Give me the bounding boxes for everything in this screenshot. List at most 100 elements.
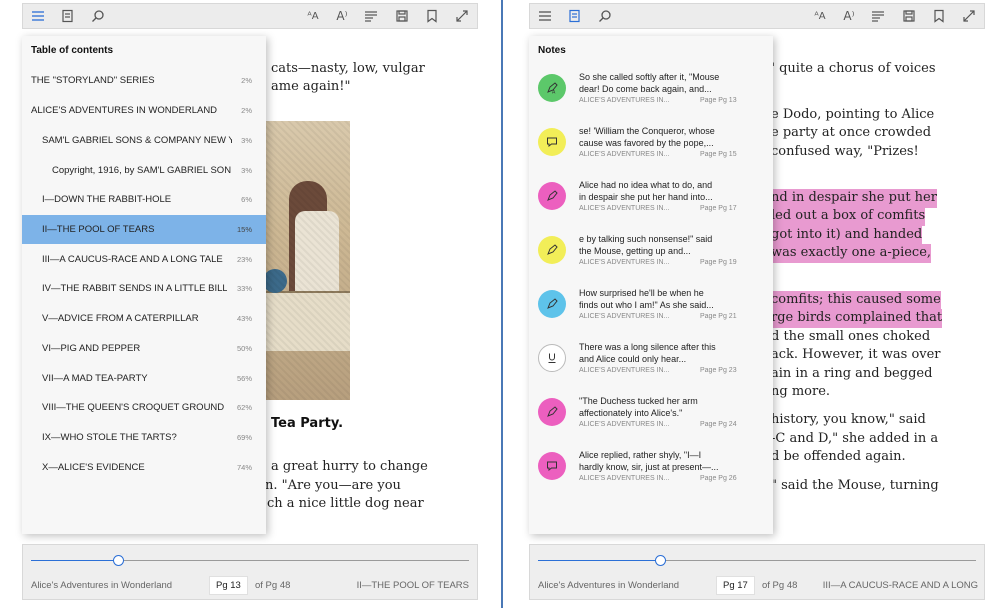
book-text-line: cats—nasty, low, vulgar (271, 61, 425, 76)
panel-title: Table of contents (31, 45, 114, 56)
toc-item[interactable]: I—DOWN THE RABBIT-HOLE 6% (22, 185, 266, 214)
bookmark-icon[interactable] (928, 4, 950, 28)
note-page: Page Pg 23 (700, 367, 737, 374)
book-text-line: d the small ones choked (771, 329, 931, 344)
fullscreen-icon[interactable] (451, 4, 473, 28)
toc-item[interactable]: VII—A MAD TEA-PARTY 56% (22, 364, 266, 393)
note-item[interactable]: se! 'William the Conqueror, whose cause w… (529, 122, 773, 176)
toc-item-percent: 69% (236, 433, 252, 442)
page-number-box[interactable]: Pg 13 (209, 576, 248, 595)
toc-item[interactable]: VI—PIG AND PEPPER 50% (22, 334, 266, 363)
note-excerpt: e by talking such nonsense!" said the Mou… (579, 234, 713, 256)
list-icon[interactable] (27, 4, 49, 28)
book-text-line-highlighted: led out a box of comfits (771, 207, 926, 226)
text-options-icon[interactable] (867, 4, 889, 28)
note-book: ALICE'S ADVENTURES IN... (579, 475, 670, 482)
text-size-icon[interactable]: ᴬA (809, 4, 831, 28)
toc-item-label: Copyright, 1916, by SAM'L GABRIEL SON (52, 165, 232, 176)
toc-item-percent: 56% (236, 374, 252, 383)
save-icon[interactable] (898, 4, 920, 28)
notes-icon[interactable] (564, 4, 586, 28)
toc-item-label: IX—WHO STOLE THE TARTS? (42, 432, 177, 443)
read-aloud-icon[interactable]: A⁾ (838, 4, 860, 28)
book-text-line: confused way, "Prizes! (771, 144, 919, 159)
progress-slider-thumb[interactable] (113, 555, 125, 566)
note-item[interactable]: "The Duchess tucked her arm affectionatel… (529, 392, 773, 446)
reader-pane-left: ᴬA A⁾ cats—nasty, low, vulgar ame again!… (0, 0, 490, 608)
toc-item[interactable]: ALICE'S ADVENTURES IN WONDERLAND 2% (22, 96, 266, 125)
note-item[interactable]: e by talking such nonsense!" said the Mou… (529, 230, 773, 284)
toc-item[interactable]: Copyright, 1916, by SAM'L GABRIEL SON 3% (22, 156, 266, 185)
reader-toolbar: ᴬA A⁾ (22, 3, 478, 29)
reader-pane-right: ᴬA A⁾ " quite a chorus of voices e Dodo,… (507, 0, 997, 608)
book-text-line-highlighted: was exactly one a-piece, (771, 244, 932, 263)
book-title: Alice's Adventures in Wonderland (31, 580, 173, 591)
illustration-caption: Tea Party. (271, 416, 344, 431)
note-item[interactable]: Alice had no idea what to do, and in desp… (529, 176, 773, 230)
toc-item-label: VII—A MAD TEA-PARTY (42, 373, 148, 384)
book-text-line: ame again!" (271, 79, 351, 94)
text-options-icon[interactable] (360, 4, 382, 28)
book-text-line-highlighted: rge birds complained that (771, 309, 943, 328)
toc-item[interactable]: IV—THE RABBIT SENDS IN A LITTLE BILL 33% (22, 274, 266, 303)
text-size-icon[interactable]: ᴬA (302, 4, 324, 28)
book-text-line: n. "Are you—are you (265, 478, 401, 493)
toc-item-percent: 15% (236, 225, 252, 234)
toc-item-label: VIII—THE QUEEN'S CROQUET GROUND (42, 402, 225, 413)
toc-item-percent: 2% (241, 106, 252, 115)
toc-item[interactable]: IX—WHO STOLE THE TARTS? 69% (22, 423, 266, 452)
toc-item-label: ALICE'S ADVENTURES IN WONDERLAND (31, 105, 218, 116)
toc-item[interactable]: III—A CAUCUS-RACE AND A LONG TALE 23% (22, 245, 266, 274)
reading-progress-bar: Alice's Adventures in Wonderland Pg 13 o… (22, 544, 478, 600)
progress-slider-thumb[interactable] (655, 555, 667, 566)
list-icon[interactable] (534, 4, 556, 28)
note-page: Page Pg 17 (700, 205, 737, 212)
note-book: ALICE'S ADVENTURES IN... (579, 259, 670, 266)
note-book: ALICE'S ADVENTURES IN... (579, 367, 670, 374)
note-excerpt: Alice replied, rather shyly, "I—I hardly … (579, 450, 719, 472)
comment-icon (538, 128, 566, 156)
highlight-pen-icon (538, 398, 566, 426)
progress-track[interactable] (31, 560, 469, 561)
toc-item-percent: 23% (236, 255, 252, 264)
toc-item-label: X—ALICE'S EVIDENCE (42, 462, 145, 473)
note-item[interactable]: How surprised he'll be when he finds out … (529, 284, 773, 338)
toc-item-percent: 33% (236, 284, 252, 293)
toc-item-percent: 43% (236, 314, 252, 323)
toc-item-percent: 50% (236, 344, 252, 353)
toc-item[interactable]: VIII—THE QUEEN'S CROQUET GROUND 62% (22, 393, 266, 422)
notes-icon[interactable] (57, 4, 79, 28)
book-text-line: e Dodo, pointing to Alice (771, 107, 935, 122)
toc-item-selected[interactable]: II—THE POOL OF TEARS 15% (22, 215, 266, 244)
note-book: ALICE'S ADVENTURES IN... (579, 97, 670, 104)
search-icon[interactable] (594, 4, 616, 28)
note-item[interactable]: Alice replied, rather shyly, "I—I hardly … (529, 446, 773, 500)
toc-item[interactable]: X—ALICE'S EVIDENCE 74% (22, 453, 266, 482)
reading-progress-bar: Alice's Adventures in Wonderland Pg 17 o… (529, 544, 985, 600)
note-item[interactable]: There was a long silence after this and A… (529, 338, 773, 392)
progress-track[interactable] (538, 560, 976, 561)
toc-item[interactable]: THE "STORYLAND" SERIES 2% (22, 66, 266, 95)
fullscreen-icon[interactable] (958, 4, 980, 28)
toc-item-percent: 62% (236, 403, 252, 412)
toc-item-percent: 2% (241, 76, 252, 85)
toc-item-percent: 74% (236, 463, 252, 472)
toc-item-label: VI—PIG AND PEPPER (42, 343, 141, 354)
search-icon[interactable] (87, 4, 109, 28)
toc-item[interactable]: V—ADVICE FROM A CATERPILLAR 43% (22, 304, 266, 333)
note-excerpt: So she called softly after it, "Mouse dea… (579, 72, 720, 94)
book-text-line: e party at once crowded (771, 125, 932, 140)
save-icon[interactable] (391, 4, 413, 28)
highlight-pen-icon (538, 290, 566, 318)
note-item[interactable]: A So she called softly after it, "Mouse d… (529, 68, 773, 122)
page-number-box[interactable]: Pg 17 (716, 576, 755, 595)
note-page: Page Pg 15 (700, 151, 737, 158)
read-aloud-icon[interactable]: A⁾ (331, 4, 353, 28)
comment-icon (538, 452, 566, 480)
progress-fill (31, 560, 119, 561)
bookmark-icon[interactable] (421, 4, 443, 28)
book-text-line: ain in a ring and begged (771, 366, 933, 381)
note-page: Page Pg 19 (700, 259, 737, 266)
toc-item[interactable]: SAM'L GABRIEL SONS & COMPANY NEW Y 3% (22, 126, 266, 155)
panel-title: Notes (538, 45, 566, 56)
